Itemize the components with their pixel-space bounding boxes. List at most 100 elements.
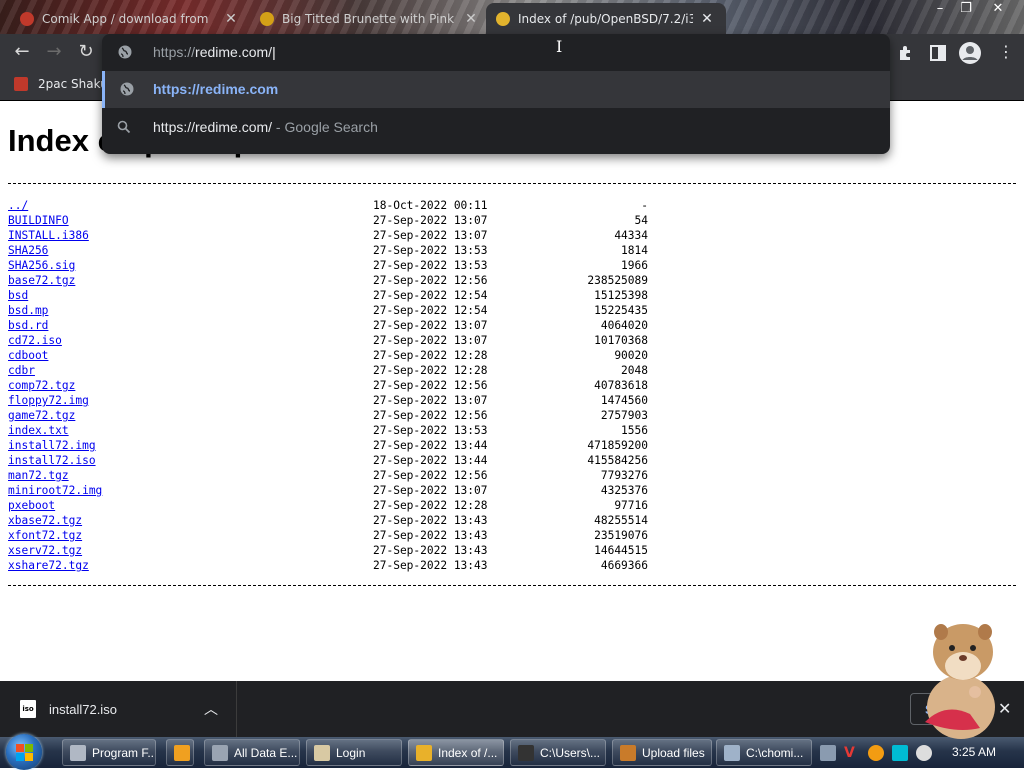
- taskbar-button[interactable]: C:\Users\...: [510, 739, 606, 766]
- file-link[interactable]: xfont72.tgz: [8, 528, 82, 543]
- file-row: INSTALL.i386 27-Sep-2022 13:07 44334: [8, 228, 648, 243]
- taskbar-button[interactable]: Login: [306, 739, 402, 766]
- suggestion-text: https://redime.com: [153, 81, 279, 97]
- taskbar-button-label: Login: [336, 745, 366, 760]
- taskbar-button-label: All Data E...: [234, 745, 298, 760]
- close-download-bar-icon[interactable]: ✕: [998, 699, 1011, 718]
- forward-arrow-icon[interactable]: →: [42, 40, 66, 64]
- bookmark-item[interactable]: 2pac Shakur: [14, 77, 113, 91]
- file-link[interactable]: floppy72.img: [8, 393, 89, 408]
- login-icon: [314, 744, 330, 761]
- file-link[interactable]: ../: [8, 198, 28, 213]
- hamster-sticker-image: [925, 624, 995, 739]
- omnibox-suggestion-url[interactable]: https://redime.com: [102, 71, 890, 108]
- file-size: 4064020: [600, 319, 648, 332]
- file-row: xfont72.tgz 27-Sep-2022 13:43 23519076: [8, 528, 648, 543]
- file-size: 4669366: [600, 559, 648, 572]
- extensions-puzzle-icon[interactable]: [896, 43, 916, 63]
- file-link[interactable]: bsd.rd: [8, 318, 48, 333]
- menu-kebab-icon[interactable]: ⋮: [998, 42, 1014, 61]
- download-filename: install72.iso: [49, 702, 117, 717]
- taskbar-button[interactable]: Program F...: [62, 739, 156, 766]
- reload-icon[interactable]: ↻: [74, 40, 98, 64]
- minimize-window-icon[interactable]: –: [926, 0, 954, 18]
- start-button-icon[interactable]: [6, 734, 42, 770]
- system-clock[interactable]: 3:25 AM: [952, 745, 996, 759]
- file-link[interactable]: install72.iso: [8, 453, 96, 468]
- file-link[interactable]: miniroot72.img: [8, 483, 102, 498]
- file-link[interactable]: bsd: [8, 288, 28, 303]
- browser-tab-active[interactable]: Index of /pub/OpenBSD/7.2/i386 ✕: [486, 3, 726, 34]
- file-size: 48255514: [594, 514, 648, 527]
- tab-close-icon[interactable]: ✕: [223, 11, 239, 27]
- close-window-icon[interactable]: ✕: [984, 0, 1012, 18]
- file-date: 27-Sep-2022 13:44: [373, 454, 488, 467]
- file-row: comp72.tgz 27-Sep-2022 12:56 40783618: [8, 378, 648, 393]
- file-row: index.txt 27-Sep-2022 13:53 1556: [8, 423, 648, 438]
- file-date: 27-Sep-2022 13:07: [373, 319, 488, 332]
- file-date: 18-Oct-2022 00:11: [373, 199, 488, 212]
- file-link[interactable]: SHA256.sig: [8, 258, 75, 273]
- file-row: xserv72.tgz 27-Sep-2022 13:43 14644515: [8, 543, 648, 558]
- taskbar-button[interactable]: Index of /...: [408, 739, 504, 766]
- file-link[interactable]: xshare72.tgz: [8, 558, 89, 573]
- file-link[interactable]: pxeboot: [8, 498, 55, 513]
- taskbar-button[interactable]: C:\chomi...: [716, 739, 812, 766]
- chevron-up-icon[interactable]: ︿: [204, 699, 218, 719]
- file-link[interactable]: xserv72.tgz: [8, 543, 82, 558]
- tab-close-icon[interactable]: ✕: [699, 11, 715, 27]
- site-favicon-icon: [20, 11, 34, 26]
- tray-network-icon[interactable]: [820, 745, 836, 761]
- window-icon: [724, 744, 740, 761]
- file-link[interactable]: xbase72.tgz: [8, 513, 82, 528]
- file-link[interactable]: INSTALL.i386: [8, 228, 89, 243]
- file-size: 44334: [614, 229, 648, 242]
- upload-icon: [620, 744, 636, 761]
- file-link[interactable]: BUILDINFO: [8, 213, 69, 228]
- browser-tab[interactable]: Comik App / download from ✕: [10, 3, 250, 34]
- tray-antivirus-icon[interactable]: V: [844, 745, 860, 761]
- profile-avatar-icon[interactable]: [958, 41, 982, 65]
- file-link[interactable]: base72.tgz: [8, 273, 75, 288]
- browser-tab-strip: Comik App / download from ✕ Big Titted B…: [0, 0, 1024, 34]
- maximize-window-icon[interactable]: ❐: [952, 0, 980, 18]
- file-link[interactable]: man72.tgz: [8, 468, 69, 483]
- file-date: 27-Sep-2022 12:56: [373, 379, 488, 392]
- taskbar-button[interactable]: Upload files: [612, 739, 712, 766]
- omnibox-suggestion-search[interactable]: https://redime.com/ - Google Search: [102, 109, 890, 146]
- file-link[interactable]: index.txt: [8, 423, 69, 438]
- file-row: cdboot 27-Sep-2022 12:28 90020: [8, 348, 648, 363]
- file-link[interactable]: cdbr: [8, 363, 35, 378]
- file-size: 415584256: [587, 454, 648, 467]
- back-arrow-icon[interactable]: ←: [10, 40, 34, 64]
- tray-volume-icon[interactable]: [916, 745, 932, 761]
- file-link[interactable]: comp72.tgz: [8, 378, 75, 393]
- download-bar: iso install72.iso ︿ Sh ✕: [0, 681, 1024, 737]
- side-panel-icon[interactable]: [928, 43, 948, 63]
- tray-search-icon[interactable]: [868, 745, 884, 761]
- folder-icon: [70, 744, 86, 761]
- page-content: Index of /pub/OpenBSD/7.2/i386/ ../18-Oc…: [0, 101, 1024, 681]
- file-date: 27-Sep-2022 13:43: [373, 544, 488, 557]
- file-date: 27-Sep-2022 12:54: [373, 289, 488, 302]
- taskbar-button[interactable]: All Data E...: [204, 739, 300, 766]
- file-link[interactable]: bsd.mp: [8, 303, 48, 318]
- tab-close-icon[interactable]: ✕: [463, 11, 479, 27]
- file-link[interactable]: cdboot: [8, 348, 48, 363]
- taskbar-button[interactable]: [166, 739, 194, 766]
- file-link[interactable]: game72.tgz: [8, 408, 75, 423]
- download-item[interactable]: iso install72.iso ︿: [0, 681, 237, 737]
- address-input[interactable]: https://redime.com/|: [153, 44, 276, 60]
- tray-display-icon[interactable]: [892, 745, 908, 761]
- globe-icon: [120, 82, 134, 96]
- file-date: 27-Sep-2022 13:43: [373, 559, 488, 572]
- divider: [8, 585, 1016, 586]
- address-bar[interactable]: https://redime.com/|: [102, 34, 890, 71]
- browser-tab[interactable]: Big Titted Brunette with Pink P ✕: [250, 3, 480, 34]
- file-link[interactable]: install72.img: [8, 438, 96, 453]
- file-link[interactable]: cd72.iso: [8, 333, 62, 348]
- file-date: 27-Sep-2022 12:28: [373, 349, 488, 362]
- windows-taskbar: Program F... All Data E... Login Index of /…: [0, 734, 1024, 770]
- file-link[interactable]: SHA256: [8, 243, 48, 258]
- file-date: 27-Sep-2022 12:56: [373, 274, 488, 287]
